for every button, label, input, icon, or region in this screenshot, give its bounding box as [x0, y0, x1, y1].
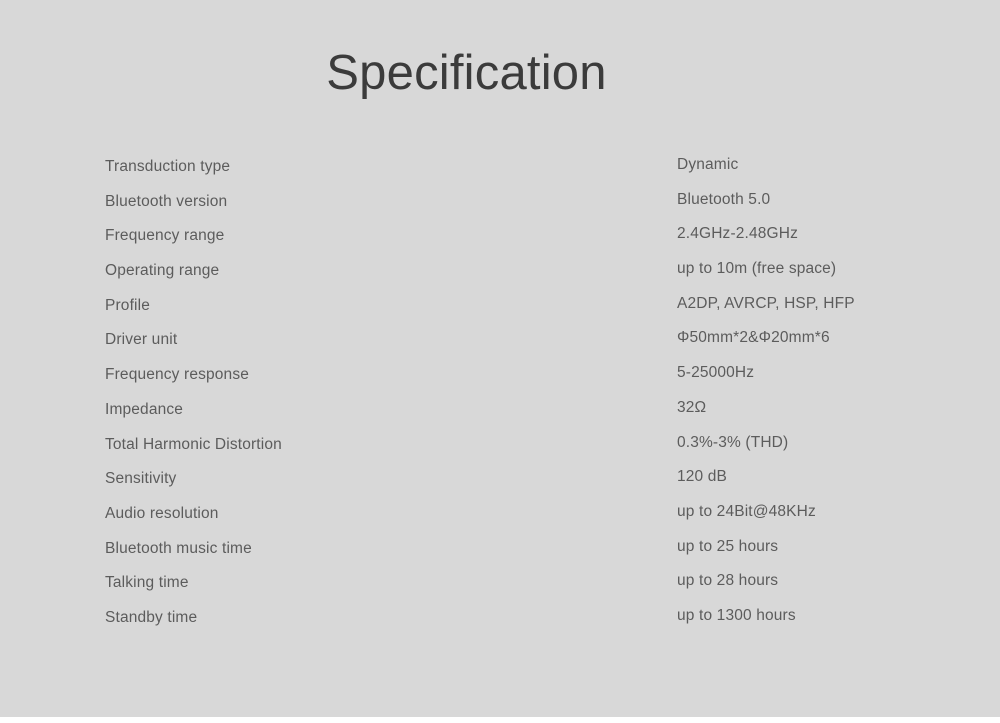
- page-title: Specification: [326, 46, 607, 100]
- spec-value: 120 dB: [677, 468, 728, 486]
- spec-label: Standby time: [105, 608, 198, 626]
- table-row: Audio resolution up to 24Bit@48KHz: [0, 502, 1000, 537]
- specification-page: Specification Transduction type Dynamic …: [0, 0, 1000, 723]
- spec-label: Total Harmonic Distortion: [105, 435, 282, 453]
- table-row: Profile A2DP, AVRCP, HSP, HFP: [0, 294, 1000, 329]
- table-row: Driver unit Φ50mm*2&Φ20mm*6: [0, 328, 1000, 363]
- spec-value: 32Ω: [677, 398, 707, 416]
- table-row: Impedance 32Ω: [0, 398, 1000, 433]
- spec-label: Frequency response: [105, 366, 250, 384]
- spec-label: Audio resolution: [105, 504, 219, 522]
- table-row: Standby time up to 1300 hours: [0, 606, 1000, 641]
- spec-label: Frequency range: [105, 227, 225, 245]
- spec-label: Talking time: [105, 574, 189, 592]
- spec-label: Sensitivity: [105, 470, 177, 488]
- spec-value: 5-25000Hz: [677, 364, 755, 382]
- spec-value: 0.3%-3% (THD): [677, 433, 789, 451]
- spec-value: Bluetooth 5.0: [677, 190, 771, 208]
- spec-label: Profile: [105, 296, 150, 314]
- table-row: Sensitivity 120 dB: [0, 467, 1000, 502]
- spec-value: up to 1300 hours: [677, 606, 796, 624]
- spec-value: up to 10m (free space): [677, 260, 837, 278]
- spec-value: Φ50mm*2&Φ20mm*6: [677, 329, 830, 347]
- spec-label: Impedance: [105, 400, 184, 418]
- spec-value: up to 25 hours: [677, 537, 779, 555]
- spec-label: Transduction type: [105, 158, 231, 175]
- table-row: Total Harmonic Distortion 0.3%-3% (THD): [0, 433, 1000, 468]
- table-row: Bluetooth version Bluetooth 5.0: [0, 190, 1000, 225]
- table-row: Frequency range 2.4GHz-2.48GHz: [0, 224, 1000, 259]
- bottom-white-strip: [0, 717, 1000, 723]
- spec-value: A2DP, AVRCP, HSP, HFP: [677, 294, 855, 312]
- spec-value: up to 28 hours: [677, 572, 779, 590]
- specification-table: Transduction type Dynamic Bluetooth vers…: [0, 155, 1000, 641]
- table-row: Transduction type Dynamic: [0, 155, 1000, 190]
- spec-value: Dynamic: [677, 156, 739, 173]
- spec-value: 2.4GHz-2.48GHz: [677, 225, 798, 243]
- spec-label: Bluetooth music time: [105, 539, 252, 557]
- spec-label: Bluetooth version: [105, 192, 228, 210]
- table-row: Talking time up to 28 hours: [0, 571, 1000, 606]
- table-row: Bluetooth music time up to 25 hours: [0, 537, 1000, 572]
- spec-label: Operating range: [105, 262, 220, 280]
- spec-label: Driver unit: [105, 331, 178, 349]
- table-row: Operating range up to 10m (free space): [0, 259, 1000, 294]
- spec-value: up to 24Bit@48KHz: [677, 502, 816, 520]
- table-row: Frequency response 5-25000Hz: [0, 363, 1000, 398]
